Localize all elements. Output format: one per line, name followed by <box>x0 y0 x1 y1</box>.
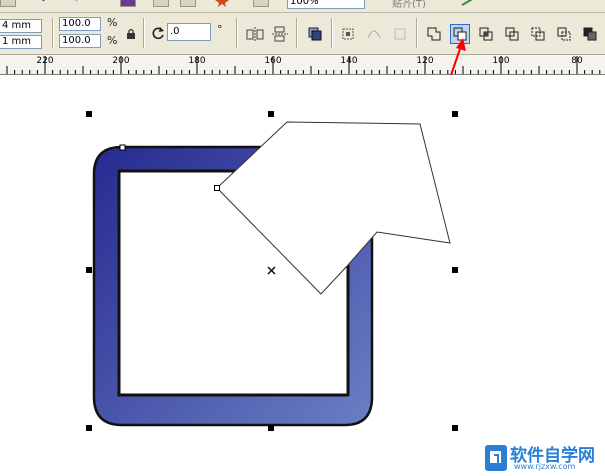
ruler-label: 120 <box>416 56 434 66</box>
selection-handle-right[interactable] <box>452 267 458 273</box>
degree-label: ° <box>217 23 223 36</box>
x-position-field[interactable]: 4 mm <box>0 19 42 33</box>
selection-handle-bottom-right[interactable] <box>452 425 458 431</box>
separator <box>52 18 53 48</box>
separator <box>296 18 297 48</box>
zoom-level-field[interactable]: 100% <box>287 0 365 9</box>
snap-to-menu[interactable]: 贴齐(T) <box>392 0 426 10</box>
ruler-label: 100 <box>492 56 510 66</box>
separator <box>416 18 417 48</box>
center-marker <box>267 266 276 275</box>
scale-y-field[interactable]: 100.0 <box>59 34 101 48</box>
front-minus-back-icon[interactable] <box>528 24 548 44</box>
import-icon[interactable] <box>153 0 169 7</box>
convert-to-curves-icon <box>364 24 384 44</box>
percent-x-label: % <box>107 16 118 29</box>
undo-icon[interactable] <box>30 0 48 9</box>
create-boundary-icon[interactable] <box>580 24 600 44</box>
horizontal-ruler[interactable]: 220 200 180 160 140 120 100 80 <box>0 55 605 75</box>
watermark-logo-icon <box>485 445 507 471</box>
mirror-vertical-icon[interactable] <box>270 24 290 44</box>
property-bar: 4 mm 1 mm 100.0 100.0 % % .0 ° <box>0 13 605 55</box>
options-icon[interactable] <box>460 0 478 9</box>
ruler-label: 200 <box>112 56 130 66</box>
align-distribute-icon[interactable] <box>338 24 358 44</box>
y-position-field[interactable]: 1 mm <box>0 35 42 49</box>
group-icon[interactable] <box>305 24 325 44</box>
ruler-label: 220 <box>36 56 54 66</box>
watermark-url: www.rjzxw.com <box>514 462 576 471</box>
ruler-label: 180 <box>188 56 206 66</box>
mirror-horizontal-icon[interactable] <box>245 24 265 44</box>
selection-handle-top-left[interactable] <box>86 111 92 117</box>
drawing-artwork <box>92 121 451 427</box>
intersect-icon[interactable] <box>476 24 496 44</box>
simplify-icon[interactable] <box>502 24 522 44</box>
drawing-canvas[interactable] <box>0 75 605 476</box>
rotate-icon <box>148 23 168 43</box>
selection-handle-bottom-left[interactable] <box>86 425 92 431</box>
standard-toolbar: 100% 贴齐(T) <box>0 0 605 13</box>
break-apart-icon <box>390 24 410 44</box>
lock-ratio-icon[interactable] <box>121 24 141 44</box>
launcher-icon[interactable] <box>120 0 136 7</box>
percent-y-label: % <box>107 34 118 47</box>
selection-handle-top-right[interactable] <box>452 111 458 117</box>
selection-handle-bottom[interactable] <box>268 425 274 431</box>
separator <box>331 18 332 48</box>
ruler-label: 160 <box>264 56 282 66</box>
ruler-ticks <box>6 56 601 74</box>
star-icon[interactable] <box>215 0 229 9</box>
rotation-angle-field[interactable]: .0 <box>167 23 211 41</box>
ruler-label: 80 <box>571 56 583 66</box>
ruler-label: 140 <box>340 56 358 66</box>
redo-icon[interactable] <box>72 0 90 9</box>
separator <box>236 18 237 48</box>
export-icon[interactable] <box>180 0 196 7</box>
toolbar-button[interactable] <box>0 0 16 7</box>
back-minus-front-icon[interactable] <box>554 24 574 44</box>
application-icon[interactable] <box>253 0 269 7</box>
selection-handle-top[interactable] <box>268 111 274 117</box>
watermark: 软件自学网 www.rjzxw.com <box>484 441 605 476</box>
selection-handle-left[interactable] <box>86 267 92 273</box>
node-marker <box>119 144 126 151</box>
scale-x-field[interactable]: 100.0 <box>59 17 101 31</box>
separator <box>143 18 144 48</box>
node-marker <box>214 185 220 191</box>
